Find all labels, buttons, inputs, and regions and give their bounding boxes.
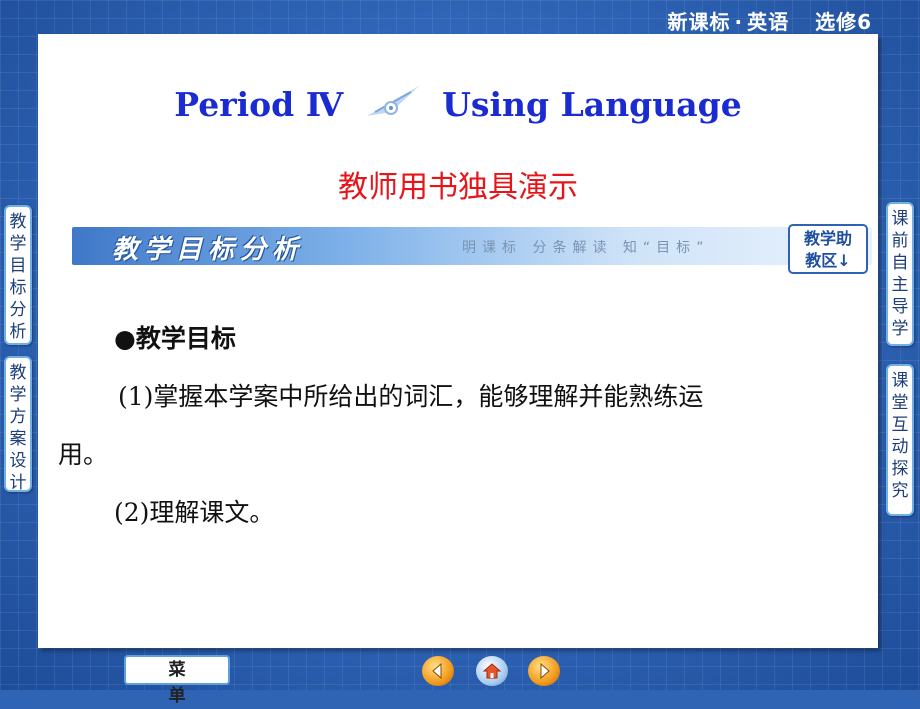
course-header: 新课标 · 英语 选修6 [667, 6, 872, 35]
home-button[interactable] [476, 656, 508, 686]
previous-button[interactable] [422, 656, 454, 686]
arrow-right-icon [540, 662, 550, 680]
objective-item-2: (2)理解课文。 [114, 498, 275, 527]
tab-char: 究 [891, 481, 909, 501]
lesson-name: Using Language [442, 85, 742, 124]
home-icon [482, 663, 502, 679]
side-tab-pre-class-study[interactable]: 课 前 自 主 导 学 [886, 202, 914, 346]
period-number: Period Ⅳ [174, 85, 344, 124]
objectives-content: ●教学目标 (1)掌握本学案中所给出的词汇，能够理解并能熟练运 用。 (2)理解… [58, 310, 862, 542]
menu-button[interactable]: 菜单 [124, 655, 230, 706]
page-subtitle: 教师用书独具演示 [338, 170, 578, 205]
page-title: Period Ⅳ Using Language [38, 82, 878, 124]
header-separator: · [734, 10, 744, 34]
objectives-heading: ●教学目标 [114, 324, 236, 353]
next-button[interactable] [528, 656, 560, 686]
objective-item-1: (1)掌握本学案中所给出的词汇，能够理解并能熟练运 [118, 382, 704, 411]
module-label: 选修6 [815, 10, 872, 34]
tab-char: 计 [9, 473, 27, 493]
section-banner: 教学目标分析 明课标 分条解读 知“目标” [72, 227, 872, 265]
tab-char: 课 [891, 209, 909, 229]
tab-char: 课 [891, 371, 909, 391]
series-label: 新课标 [667, 10, 731, 34]
helper-label-line1: 教学助 [803, 229, 852, 248]
tab-char: 目 [9, 256, 27, 276]
tab-char: 分 [9, 300, 27, 320]
tab-char: 前 [891, 231, 909, 251]
tab-char: 主 [891, 275, 909, 295]
objective-item-1-continuation: 用。 [58, 440, 109, 469]
tab-char: 析 [9, 322, 27, 342]
tab-char: 教 [9, 363, 27, 383]
tab-char: 标 [9, 278, 27, 298]
tab-char: 方 [9, 407, 27, 427]
content-panel: Period Ⅳ Using Language 教师用书独具演示 教学目标分析 … [38, 34, 878, 648]
subject-label: 英语 [747, 10, 790, 34]
tab-char: 自 [891, 253, 909, 273]
tab-char: 设 [9, 451, 27, 471]
side-tab-classroom-inquiry[interactable]: 课 堂 互 动 探 究 [886, 364, 914, 516]
tab-char: 互 [891, 415, 909, 435]
tab-char: 导 [891, 297, 909, 317]
tab-char: 学 [9, 385, 27, 405]
section-subtitle: 明课标 分条解读 知“目标” [462, 240, 710, 256]
section-title: 教学目标分析 [112, 235, 305, 265]
side-tab-teaching-objectives[interactable]: 教 学 目 标 分 析 [4, 205, 32, 345]
helper-label-line2: 教区↓ [805, 251, 851, 270]
tab-char: 案 [9, 429, 27, 449]
tab-char: 动 [891, 437, 909, 457]
tab-char: 学 [891, 319, 909, 339]
tab-char: 探 [891, 459, 909, 479]
shooting-star-icon [361, 82, 425, 122]
side-tab-teaching-plan[interactable]: 教 学 方 案 设 计 [4, 356, 32, 493]
teaching-helper-button[interactable]: 教学助 教区↓ [788, 224, 868, 274]
tab-char: 堂 [891, 393, 909, 413]
tab-char: 教 [9, 212, 27, 232]
tab-char: 学 [9, 234, 27, 254]
arrow-left-icon [432, 662, 442, 680]
